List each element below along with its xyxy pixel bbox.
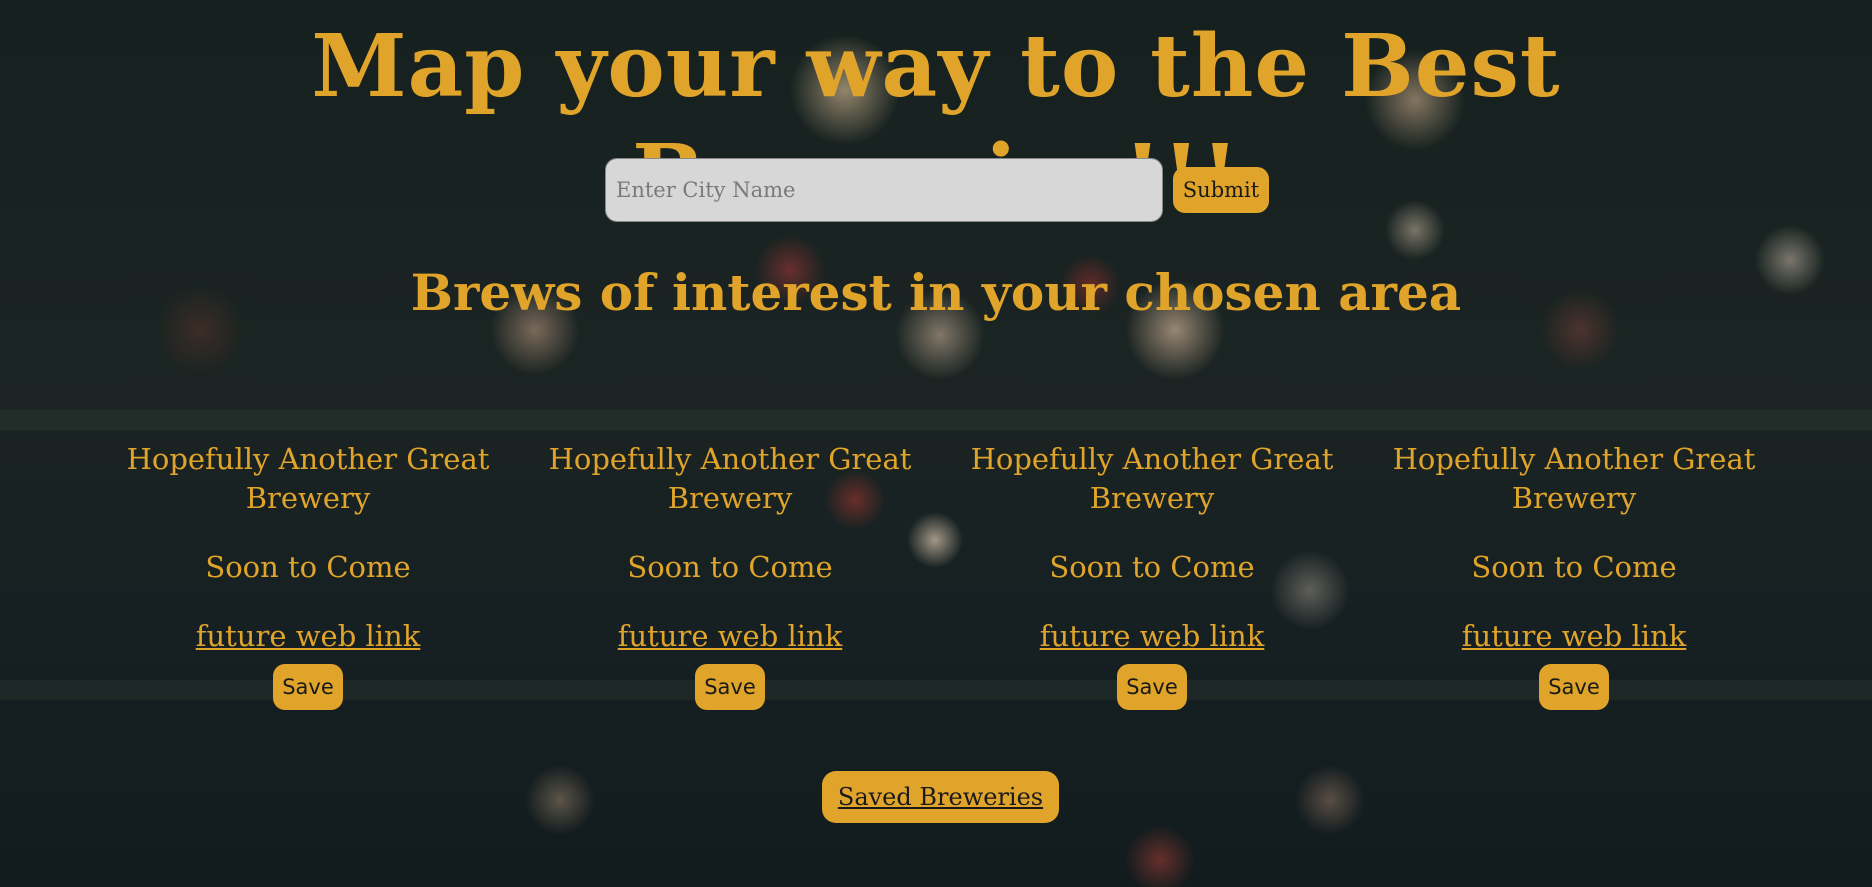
brewery-web-link[interactable]: future web link — [1462, 617, 1687, 656]
brewery-status: Soon to Come — [1471, 550, 1677, 584]
save-button[interactable]: Save — [1117, 664, 1187, 710]
brewery-status: Soon to Come — [205, 550, 411, 584]
submit-button[interactable]: Submit — [1173, 167, 1269, 213]
city-search-input[interactable] — [605, 158, 1163, 222]
saved-breweries-button[interactable]: Saved Breweries — [822, 771, 1059, 823]
brewery-card: Hopefully Another Great Brewery Soon to … — [952, 440, 1352, 710]
brewery-name: Hopefully Another Great Brewery — [126, 442, 490, 515]
save-button[interactable]: Save — [273, 664, 343, 710]
save-button[interactable]: Save — [1539, 664, 1609, 710]
results-heading: Brews of interest in your chosen area — [410, 263, 1462, 322]
brewery-web-link[interactable]: future web link — [196, 617, 421, 656]
brewery-name: Hopefully Another Great Brewery — [1392, 442, 1756, 515]
brewery-status: Soon to Come — [627, 550, 833, 584]
brewery-status: Soon to Come — [1049, 550, 1255, 584]
save-button[interactable]: Save — [695, 664, 765, 710]
brewery-web-link[interactable]: future web link — [618, 617, 843, 656]
brewery-card: Hopefully Another Great Brewery Soon to … — [1374, 440, 1774, 710]
brewery-card: Hopefully Another Great Brewery Soon to … — [108, 440, 508, 710]
brewery-card: Hopefully Another Great Brewery Soon to … — [530, 440, 930, 710]
page-content: Map your way to the Best Breweries!!! Su… — [0, 0, 1872, 887]
brewery-name: Hopefully Another Great Brewery — [548, 442, 912, 515]
brewery-name: Hopefully Another Great Brewery — [970, 442, 1334, 515]
brewery-web-link[interactable]: future web link — [1040, 617, 1265, 656]
